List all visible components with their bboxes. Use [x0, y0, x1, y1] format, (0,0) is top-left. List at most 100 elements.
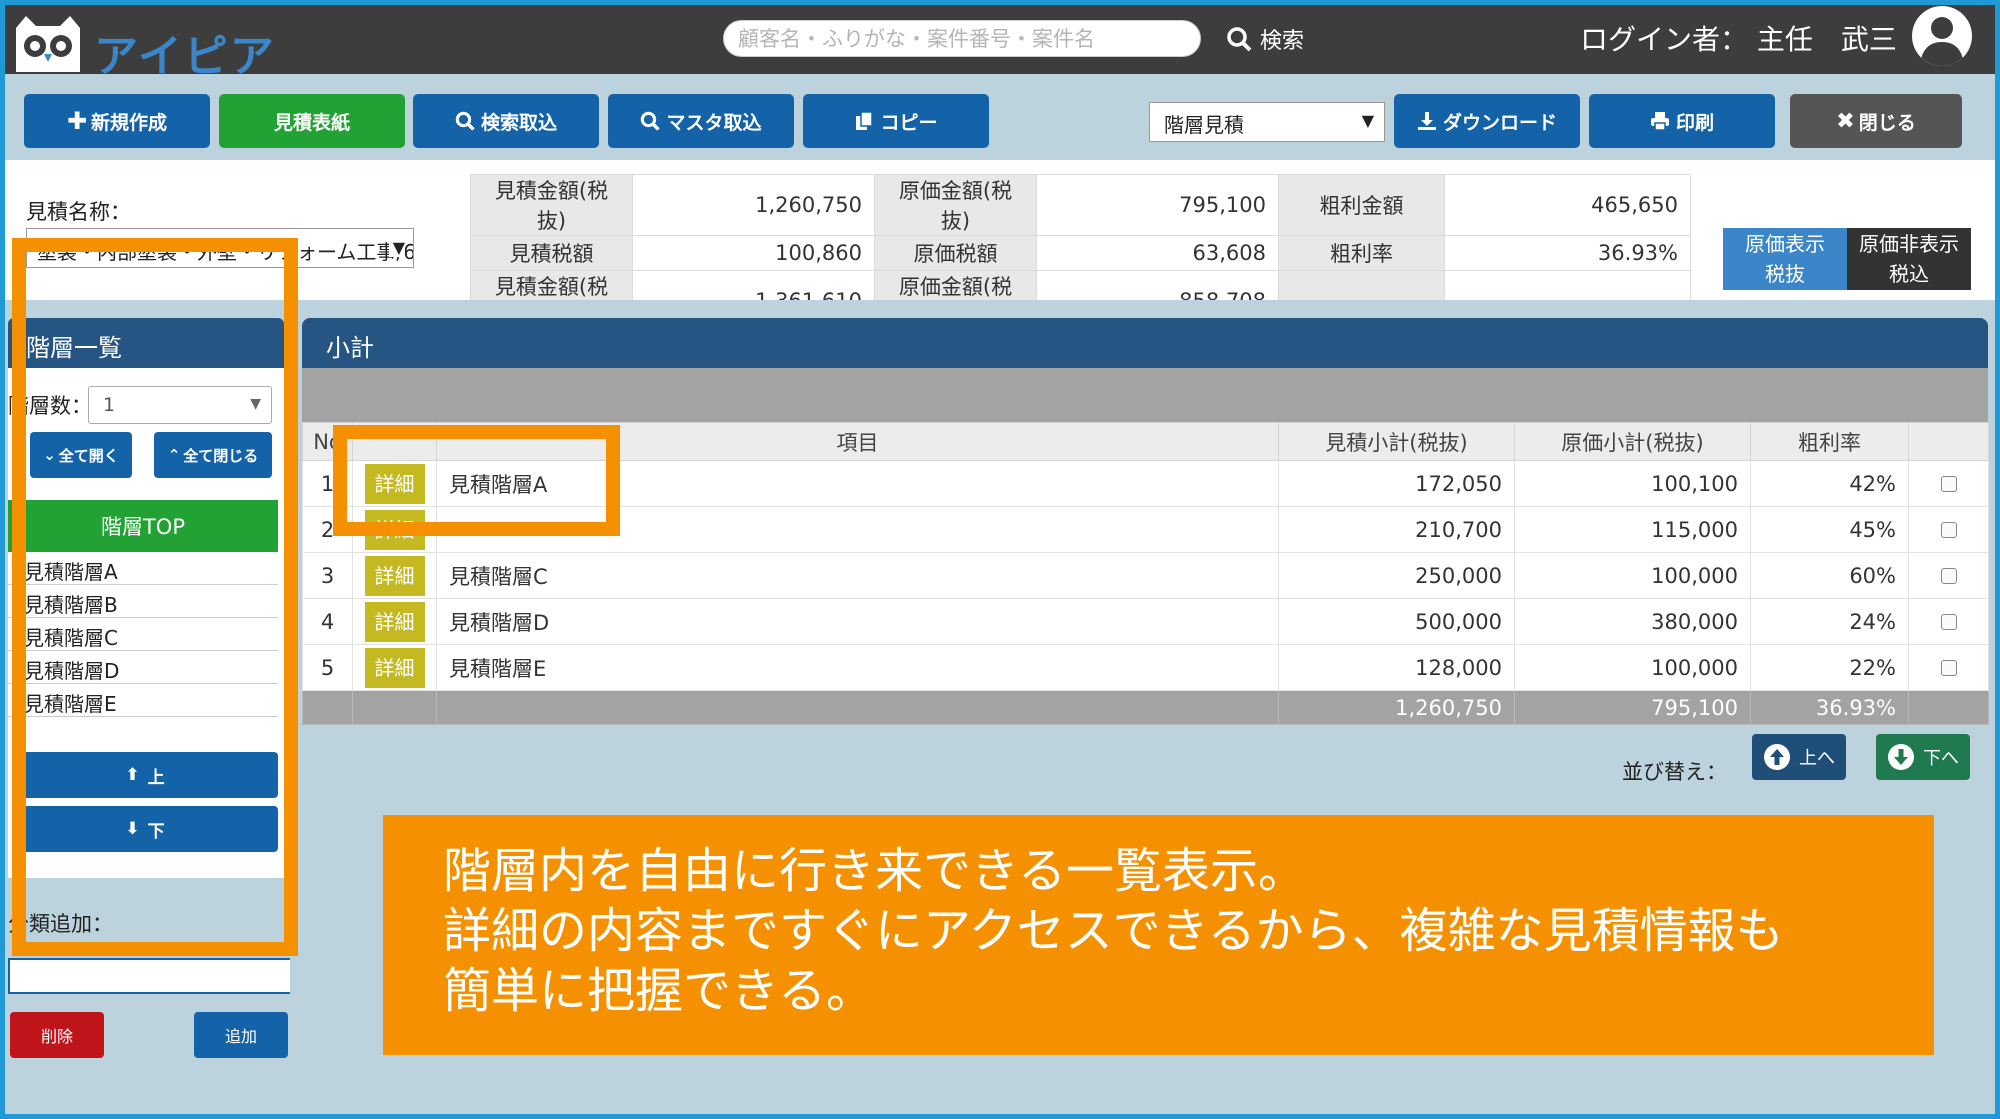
level-top-button[interactable]: 階層TOP: [8, 500, 278, 552]
copy-button[interactable]: コピー: [803, 94, 989, 148]
download-button[interactable]: ダウンロード: [1394, 94, 1580, 148]
sidebar-title: 階層一覧: [8, 318, 284, 368]
search-button[interactable]: 検索: [1226, 22, 1304, 56]
master-import-button[interactable]: マスタ取込: [608, 94, 794, 148]
column-header-item: 項目: [436, 422, 1279, 461]
detail-button[interactable]: 詳細: [364, 601, 425, 642]
close-all-button[interactable]: ⌃ 全て閉じる: [154, 432, 272, 478]
summary-value: 1,260,750: [632, 174, 875, 236]
search-icon: [641, 111, 661, 131]
level-count-value: 1: [103, 394, 116, 416]
detail-button[interactable]: 詳細: [364, 647, 425, 688]
summary-label: 粗利金額: [1278, 174, 1445, 236]
chevron-down-icon: ▼: [250, 396, 261, 412]
print-label: 印刷: [1675, 111, 1714, 134]
column-header-margin-rate: 粗利率: [1750, 422, 1909, 461]
total-blank: [436, 690, 1279, 725]
level-view-value: 階層見積: [1164, 113, 1244, 137]
row-no: 3: [302, 552, 353, 599]
summary-value: 795,100: [1036, 174, 1279, 236]
row-item: 見積階層A: [436, 460, 1279, 507]
move-down-button[interactable]: ⬇ 下: [12, 806, 278, 852]
total-cost-subtotal: 795,100: [1514, 690, 1751, 725]
sidebar-item[interactable]: 見積階層A: [8, 552, 278, 585]
close-button[interactable]: ✖ 閉じる: [1790, 94, 1962, 148]
row-checkbox[interactable]: [1940, 659, 1957, 676]
row-quote-subtotal: 128,000: [1278, 644, 1515, 691]
row-quote-subtotal: 250,000: [1278, 552, 1515, 599]
summary-value: 63,608: [1036, 235, 1279, 271]
detail-cell: 詳細: [352, 644, 437, 691]
row-cost-subtotal: 100,000: [1514, 552, 1751, 599]
detail-button[interactable]: 詳細: [364, 509, 425, 550]
sort-down-button[interactable]: 下へ: [1876, 734, 1970, 780]
add-category-input[interactable]: [8, 958, 294, 994]
search-import-button[interactable]: 検索取込: [413, 94, 599, 148]
double-chevron-down-icon: ⌄: [43, 446, 56, 464]
sidebar-item[interactable]: 見積階層B: [8, 585, 278, 618]
open-all-label: 全て開く: [58, 446, 119, 465]
sidebar-item[interactable]: 見積階層E: [8, 684, 278, 717]
move-up-label: 上: [147, 767, 165, 788]
arrow-up-circle-icon: ⬆: [125, 765, 140, 785]
summary-value: 465,650: [1444, 174, 1691, 236]
summary-label: 見積税額: [470, 235, 633, 271]
row-check-cell: [1908, 644, 1989, 691]
search-input[interactable]: [723, 20, 1201, 57]
detail-button[interactable]: 詳細: [364, 555, 425, 596]
cost-hide-sublabel: 税込: [1889, 262, 1929, 286]
column-header-check: [1908, 422, 1989, 461]
double-chevron-up-icon: ⌃: [167, 446, 181, 464]
cost-hide-button[interactable]: 原価非表示 税込: [1847, 228, 1971, 290]
arrow-up-circle-icon: [1764, 744, 1790, 770]
row-check-cell: [1908, 552, 1989, 599]
move-up-button[interactable]: ⬆ 上: [12, 752, 278, 798]
column-header-quote-subtotal: 見積小計(税抜): [1278, 422, 1515, 461]
level-count-select[interactable]: 1 ▼: [88, 386, 272, 424]
row-checkbox[interactable]: [1940, 567, 1957, 584]
print-button[interactable]: 印刷: [1589, 94, 1775, 148]
row-no: 4: [302, 598, 353, 645]
summary-row: 見積税額 100,860 原価税額 63,608 粗利率 36.93%: [470, 235, 1691, 271]
detail-button[interactable]: 詳細: [364, 463, 425, 504]
row-cost-subtotal: 380,000: [1514, 598, 1751, 645]
chevron-down-icon: ▼: [388, 238, 405, 257]
user-avatar-icon[interactable]: [1912, 6, 1972, 66]
search-icon: [1227, 27, 1252, 52]
sort-up-button[interactable]: 上へ: [1752, 734, 1846, 780]
quote-name-select[interactable]: 塗装・内部塗装・外壁・リフォーム工事/63 ▼: [26, 228, 414, 268]
open-all-button[interactable]: ⌄ 全て開く: [30, 432, 132, 478]
total-quote-subtotal: 1,260,750: [1278, 690, 1515, 725]
detail-cell: 詳細: [352, 506, 437, 553]
total-margin-rate: 36.93%: [1750, 690, 1909, 725]
cover-button[interactable]: 見積表紙: [219, 94, 405, 148]
top-bar: アイピア 検索 ログイン者： 主任 武三: [0, 0, 2000, 82]
cost-toggle-group: 原価表示 税抜 原価非表示 税込: [1723, 228, 1971, 290]
summary-label: 見積金額(税抜): [470, 174, 633, 236]
row-item: 見積階層C: [436, 552, 1279, 599]
table-row: 4 詳細 見積階層D 500,000 380,000 24%: [302, 598, 1989, 645]
level-view-select[interactable]: 階層見積 ▼: [1149, 102, 1385, 142]
summary-value: 36.93%: [1444, 235, 1691, 271]
search-icon: [455, 111, 475, 131]
detail-cell: 詳細: [352, 598, 437, 645]
summary-row: 見積金額(税抜) 1,260,750 原価金額(税抜) 795,100 粗利金額…: [470, 174, 1691, 236]
delete-button[interactable]: 削除: [10, 1012, 104, 1058]
row-margin-rate: 24%: [1750, 598, 1909, 645]
sidebar-item[interactable]: 見積階層D: [8, 651, 278, 684]
row-checkbox[interactable]: [1940, 613, 1957, 630]
row-cost-subtotal: 115,000: [1514, 506, 1751, 553]
callout-banner: 階層内を自由に行き来できる一覧表示。 詳細の内容まですぐにアクセスできるから、複…: [383, 815, 1934, 1055]
search-button-label: 検索: [1260, 29, 1305, 54]
row-checkbox[interactable]: [1940, 475, 1957, 492]
new-button[interactable]: ✚ 新規作成: [24, 94, 210, 148]
arrow-down-circle-icon: [1888, 744, 1914, 770]
total-blank: [352, 690, 437, 725]
add-button[interactable]: 追加: [194, 1012, 288, 1058]
row-checkbox[interactable]: [1940, 521, 1957, 538]
cost-show-button[interactable]: 原価表示 税抜: [1723, 228, 1847, 290]
sidebar-item[interactable]: 見積階層C: [8, 618, 278, 651]
row-check-cell: [1908, 506, 1989, 553]
table-row: 5 詳細 見積階層E 128,000 100,000 22%: [302, 644, 1989, 691]
download-label: ダウンロード: [1442, 111, 1557, 134]
